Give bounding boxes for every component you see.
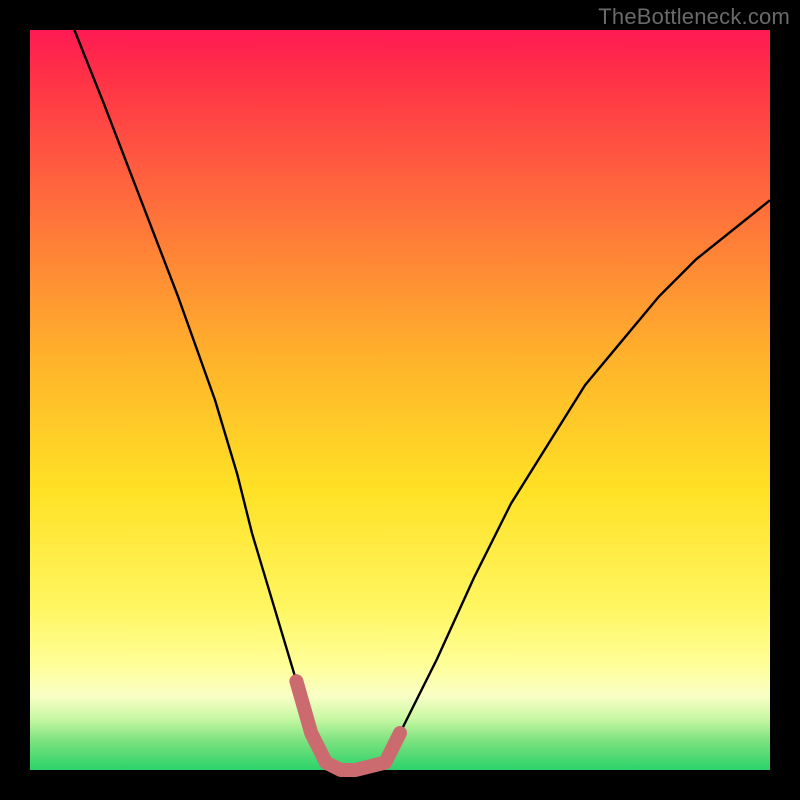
plot-area [30, 30, 770, 770]
watermark-text: TheBottleneck.com [598, 4, 790, 30]
chart-frame: TheBottleneck.com [0, 0, 800, 800]
bottleneck-curve [74, 30, 770, 770]
curve-svg [30, 30, 770, 770]
curve-minimum-marker [296, 681, 400, 770]
